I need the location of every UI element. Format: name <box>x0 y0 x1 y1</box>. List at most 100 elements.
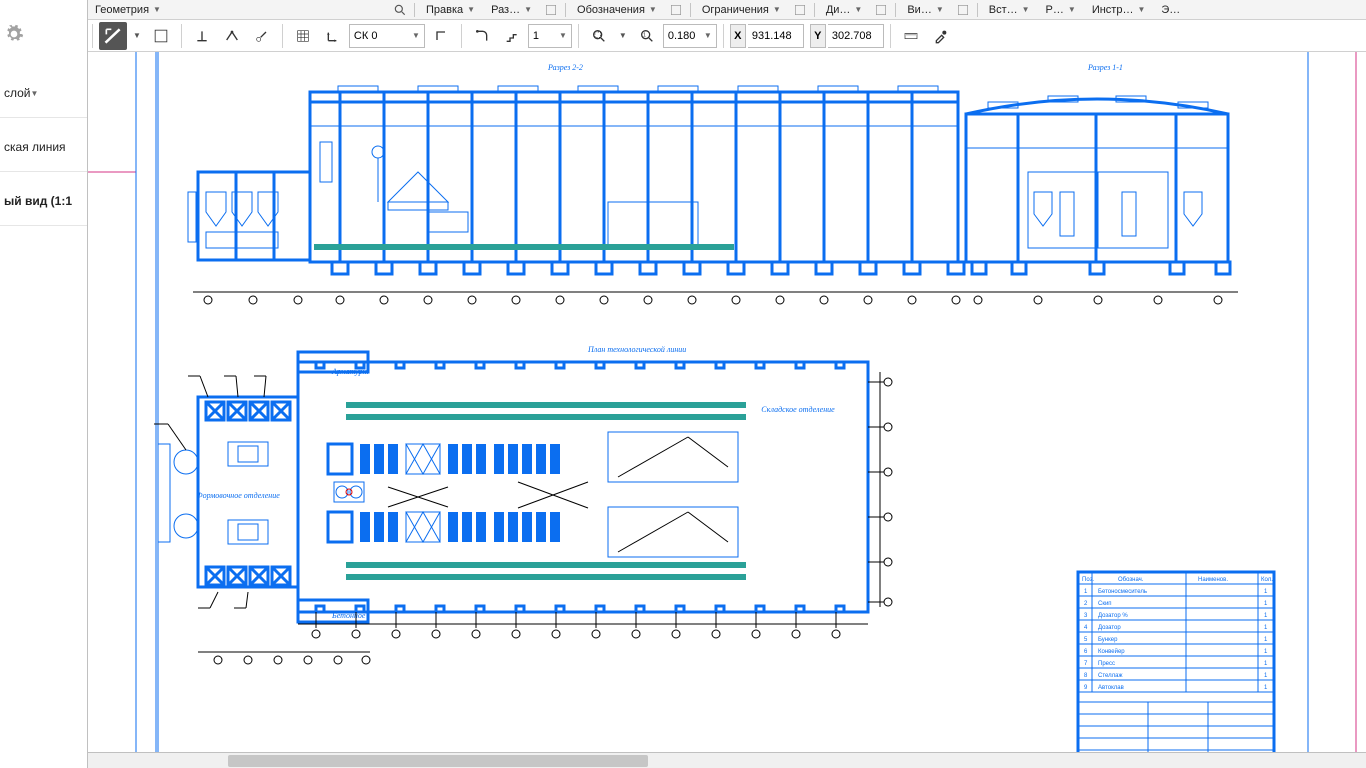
zoom-value-combo[interactable]: 0.180▼ <box>663 24 717 48</box>
placeholder-icon[interactable] <box>790 1 810 19</box>
linetype-selector[interactable]: ская линия <box>0 118 87 172</box>
horizontal-scrollbar[interactable] <box>88 752 1366 768</box>
scrollbar-thumb[interactable] <box>228 755 648 767</box>
svg-text:1: 1 <box>1264 637 1268 643</box>
menu-report[interactable]: Р…▼ <box>1039 1 1083 19</box>
equipment-section22 <box>320 142 698 247</box>
menubar: Геометрия▼ Правка▼ Раз…▼ Обозначения▼ Ог… <box>0 0 1366 20</box>
svg-text:Бетоносмеситель: Бетоносмеситель <box>1098 589 1147 595</box>
ortho-button[interactable] <box>427 22 455 50</box>
menu-tools[interactable]: Инстр…▼ <box>1085 1 1153 19</box>
placeholder-icon[interactable] <box>953 1 973 19</box>
room-label-store: Складское отделение <box>761 405 835 414</box>
ucs-button[interactable] <box>319 22 347 50</box>
room-label-top: Арматурн. <box>331 367 369 376</box>
svg-text:Стеллаж: Стеллаж <box>1098 673 1123 679</box>
search-icon[interactable] <box>390 1 410 19</box>
separator <box>414 3 415 17</box>
layer-label: слой <box>4 86 31 100</box>
svg-text:Наименов.: Наименов. <box>1198 577 1228 583</box>
plan-title: План технологической линии <box>587 345 686 354</box>
svg-text:1: 1 <box>1264 685 1268 691</box>
menu-insert[interactable]: Вст…▼ <box>982 1 1037 19</box>
coord-x-label: X <box>730 24 746 48</box>
cs-label: СК 0 <box>354 30 378 42</box>
process-line-bottom <box>328 507 738 557</box>
menu-extras[interactable]: Э… <box>1154 1 1187 19</box>
step-value: 1 <box>533 30 539 42</box>
svg-text:1: 1 <box>1264 625 1268 631</box>
left-sidebar: слой ▼ ская линия ый вид (1:1 <box>0 0 88 768</box>
chevron-down-icon[interactable]: ▼ <box>615 31 631 40</box>
midpoint-snap-button[interactable] <box>218 22 246 50</box>
chevron-down-icon: ▼ <box>153 5 161 14</box>
svg-text:9: 9 <box>1084 685 1088 691</box>
menu-dimensions[interactable]: Раз…▼ <box>484 1 539 19</box>
layer-selector[interactable]: слой ▼ <box>0 64 87 118</box>
hall-section-11 <box>966 99 1230 274</box>
chevron-down-icon: ▼ <box>31 89 39 98</box>
svg-text:1: 1 <box>1264 589 1268 595</box>
section-11-title: Разрез 1-1 <box>1087 63 1123 72</box>
measure-button[interactable] <box>897 22 925 50</box>
plan-walls <box>198 352 868 622</box>
svg-text:1: 1 <box>1084 589 1088 595</box>
gear-icon[interactable] <box>4 24 24 44</box>
svg-text:Автоклав: Автоклав <box>1098 685 1124 691</box>
svg-text:7: 7 <box>1084 661 1088 667</box>
zoom-scale-button[interactable]: 1 <box>633 22 661 50</box>
section-22-title: Разрез 2-2 <box>547 63 583 72</box>
zoom-value: 0.180 <box>668 30 696 42</box>
menu-edit[interactable]: Правка▼ <box>419 1 482 19</box>
mixer-plan <box>334 482 364 502</box>
axis-markers <box>204 296 960 304</box>
svg-text:1: 1 <box>1264 613 1268 619</box>
svg-text:1: 1 <box>1264 649 1268 655</box>
coord-x-value[interactable]: 931.148 <box>748 24 804 48</box>
svg-text:Бункер: Бункер <box>1098 637 1118 643</box>
svg-text:Обознач.: Обознач. <box>1118 577 1144 583</box>
eyedropper-button[interactable] <box>927 22 955 50</box>
linetype-label: ская линия <box>4 140 66 154</box>
menu-designations[interactable]: Обозначения▼ <box>570 1 664 19</box>
step-value-combo[interactable]: 1▼ <box>528 24 572 48</box>
svg-text:1: 1 <box>1264 673 1268 679</box>
svg-text:2: 2 <box>1084 601 1088 607</box>
menu-views[interactable]: Ви…▼ <box>900 1 950 19</box>
svg-text:Пресс: Пресс <box>1098 661 1115 667</box>
grid-button[interactable] <box>289 22 317 50</box>
svg-text:Дозатор %: Дозатор % <box>1098 613 1128 619</box>
room-label-form: Формовочное отделение <box>196 491 280 500</box>
process-line-top <box>328 432 738 482</box>
svg-text:Дозатор: Дозатор <box>1098 625 1121 631</box>
tool-button[interactable] <box>147 22 175 50</box>
drawing-viewport[interactable]: Разрез 2-2 <box>88 52 1366 768</box>
room-label-bottom: Бетонное <box>331 611 366 620</box>
svg-text:Поз.: Поз. <box>1082 577 1094 583</box>
svg-text:5: 5 <box>1084 637 1088 643</box>
perpendicular-snap-button[interactable] <box>188 22 216 50</box>
svg-text:1: 1 <box>1264 601 1268 607</box>
endpoint-snap-button[interactable] <box>248 22 276 50</box>
coord-system-combo[interactable]: СК 0▼ <box>349 24 425 48</box>
placeholder-icon[interactable] <box>871 1 891 19</box>
svg-text:1: 1 <box>1264 661 1268 667</box>
menu-diagnostics[interactable]: Ди…▼ <box>819 1 870 19</box>
svg-text:3: 3 <box>1084 613 1088 619</box>
menu-constraints[interactable]: Ограничения▼ <box>695 1 788 19</box>
svg-text:Конвейер: Конвейер <box>1098 648 1125 655</box>
auto-line-button[interactable] <box>99 22 127 50</box>
view-label: ый вид (1:1 <box>4 194 72 208</box>
round-button[interactable] <box>468 22 496 50</box>
toolbar: ▼ СК 0▼ 1▼ ▼ 1 0.180▼ X 931.148 Y 302.70… <box>0 20 1366 52</box>
chevron-down-icon[interactable]: ▼ <box>129 31 145 40</box>
title-block: Поз. Обознач. Наименов. Кол. 1Бетоносмес… <box>1078 572 1274 768</box>
menu-geometry[interactable]: Геометрия▼ <box>88 1 388 19</box>
drawing-canvas[interactable]: Разрез 2-2 <box>88 52 1366 768</box>
coord-y-value[interactable]: 302.708 <box>828 24 884 48</box>
step-button[interactable] <box>498 22 526 50</box>
zoom-window-button[interactable] <box>585 22 613 50</box>
placeholder-icon[interactable] <box>666 1 686 19</box>
view-selector[interactable]: ый вид (1:1 <box>0 172 87 226</box>
placeholder-icon[interactable] <box>541 1 561 19</box>
